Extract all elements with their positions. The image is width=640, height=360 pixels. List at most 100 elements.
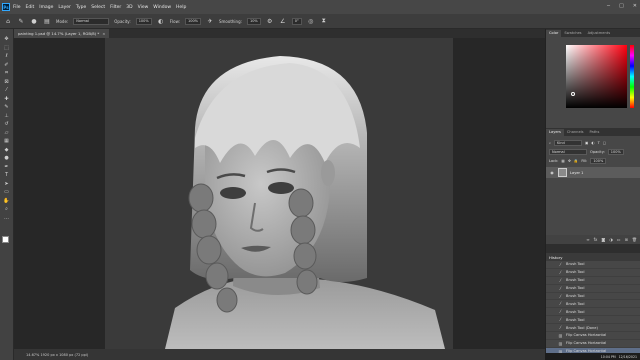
history-brush-tool-icon[interactable]: ↺: [2, 121, 11, 128]
filter-adjustment-icon[interactable]: ◐: [591, 141, 594, 145]
zoom-tool-icon[interactable]: ⌕: [2, 206, 11, 213]
history-item[interactable]: ▥ Flip Canvas Horizontal: [546, 332, 640, 340]
brush-settings-icon[interactable]: ▤: [43, 17, 51, 25]
foreground-color-swatch[interactable]: [2, 236, 9, 243]
menu-view[interactable]: View: [138, 5, 149, 10]
type-tool-icon[interactable]: T: [2, 172, 11, 179]
filter-shape-icon[interactable]: ▢: [603, 141, 606, 145]
delete-layer-icon[interactable]: 🗑: [632, 237, 637, 242]
history-item[interactable]: ⁄ Brush Tool: [546, 293, 640, 301]
path-selection-tool-icon[interactable]: ➤: [2, 181, 11, 188]
document-tab[interactable]: painting 1.psd @ 14.7% (Layer 1, RGB/8) …: [14, 29, 110, 38]
layer-opacity-label: Opacity:: [590, 149, 605, 154]
smoothing-options-gear-icon[interactable]: ⚙: [266, 17, 274, 25]
layer-opacity-field[interactable]: 100%: [607, 148, 624, 155]
close-icon[interactable]: ✕: [633, 3, 637, 9]
menu-type[interactable]: Type: [76, 5, 86, 10]
history-item[interactable]: ⁄ Brush Tool: [546, 261, 640, 269]
menu-image[interactable]: Image: [39, 5, 53, 10]
tab-adjustments[interactable]: Adjustments: [585, 30, 614, 37]
minimize-icon[interactable]: ─: [607, 3, 610, 9]
tab-color[interactable]: Color: [546, 30, 562, 37]
lock-pixels-icon[interactable]: ▦: [561, 159, 564, 163]
filter-pixel-icon[interactable]: ▣: [585, 141, 588, 145]
rectangle-tool-icon[interactable]: ▭: [2, 189, 11, 196]
menu-filter[interactable]: Filter: [110, 5, 121, 10]
menu-select[interactable]: Select: [91, 5, 105, 10]
adjustment-layer-icon[interactable]: ◑: [609, 237, 613, 242]
tray-time: 10:04 PM: [600, 354, 616, 359]
history-item[interactable]: ⁄ Brush Tool: [546, 285, 640, 293]
pressure-opacity-icon[interactable]: ◐: [157, 17, 165, 25]
history-item[interactable]: ⁄ Brush Tool (Done): [546, 324, 640, 333]
maximize-icon[interactable]: □: [619, 3, 624, 9]
pressure-size-icon[interactable]: ◎: [307, 17, 315, 25]
edit-toolbar-icon[interactable]: …: [2, 215, 11, 222]
lock-position-icon[interactable]: ✥: [568, 159, 571, 163]
crop-tool-icon[interactable]: ⌗: [2, 70, 11, 77]
history-item[interactable]: ⁄ Brush Tool: [546, 300, 640, 309]
healing-brush-tool-icon[interactable]: ✚: [2, 96, 11, 103]
link-layers-icon[interactable]: ∞: [586, 237, 589, 242]
lasso-tool-icon[interactable]: ℓ: [2, 53, 11, 60]
symmetry-icon[interactable]: ⧗: [320, 17, 328, 25]
quick-select-tool-icon[interactable]: ✐: [2, 62, 11, 69]
canvas-area[interactable]: [14, 38, 545, 349]
artboard-painting[interactable]: [105, 38, 453, 349]
menu-file[interactable]: File: [13, 5, 21, 10]
flow-field[interactable]: 100%: [184, 17, 201, 25]
tab-channels[interactable]: Channels: [564, 129, 587, 136]
visibility-eye-icon[interactable]: ◉: [549, 170, 555, 175]
eraser-tool-icon[interactable]: ▱: [2, 130, 11, 137]
marquee-tool-icon[interactable]: ⬚: [2, 45, 11, 52]
dodge-tool-icon[interactable]: ●: [2, 155, 11, 162]
filter-type-icon[interactable]: T: [598, 141, 600, 145]
history-item-label: Brush Tool: [566, 278, 585, 283]
fill-field[interactable]: 100%: [590, 157, 607, 164]
history-item[interactable]: ⁄ Brush Tool: [546, 277, 640, 285]
frame-tool-icon[interactable]: ⊠: [2, 79, 11, 86]
home-icon[interactable]: ⌂: [4, 17, 12, 25]
blend-mode-select[interactable]: Normal: [549, 148, 587, 155]
brush-preset-picker-icon[interactable]: ●: [30, 17, 38, 25]
move-tool-icon[interactable]: ✥: [2, 36, 11, 43]
lock-all-icon[interactable]: 🔒: [574, 159, 578, 163]
menu-window[interactable]: Window: [153, 5, 171, 10]
tab-paths[interactable]: Paths: [587, 129, 603, 136]
history-item[interactable]: ⁄ Brush Tool: [546, 316, 640, 325]
hand-tool-icon[interactable]: ✋: [2, 198, 11, 205]
color-picker-cursor[interactable]: [571, 92, 575, 96]
mode-select[interactable]: Normal: [73, 17, 110, 25]
airbrush-icon[interactable]: ✈: [206, 17, 214, 25]
layer-style-icon[interactable]: fx: [594, 237, 598, 242]
add-mask-icon[interactable]: ◙: [601, 237, 605, 242]
new-layer-icon[interactable]: ⊞: [625, 237, 628, 242]
opacity-field[interactable]: 100%: [135, 17, 152, 25]
menu-3d[interactable]: 3D: [126, 5, 132, 10]
color-picker-field[interactable]: [566, 45, 627, 108]
tab-swatches[interactable]: Swatches: [561, 30, 584, 37]
menu-edit[interactable]: Edit: [26, 5, 35, 10]
clone-stamp-tool-icon[interactable]: ⊥: [2, 113, 11, 120]
menu-layer[interactable]: Layer: [58, 5, 71, 10]
menu-help[interactable]: Help: [176, 5, 186, 10]
layer-kind-filter[interactable]: Kind: [554, 139, 583, 146]
close-tab-icon[interactable]: ×: [102, 31, 105, 36]
tab-layers[interactable]: Layers: [546, 129, 564, 136]
blur-tool-icon[interactable]: ◆: [2, 147, 11, 154]
pen-tool-icon[interactable]: ✒: [2, 164, 11, 171]
brush-tool-icon[interactable]: ✎: [17, 17, 25, 25]
history-item[interactable]: ⁄ Brush Tool: [546, 269, 640, 277]
layer-row[interactable]: ◉ Layer 1: [546, 167, 640, 178]
brush-tool-icon[interactable]: ✎: [2, 104, 11, 111]
gradient-tool-icon[interactable]: ▦: [2, 138, 11, 145]
history-item[interactable]: ⁄ Brush Tool: [546, 308, 640, 317]
eyedropper-tool-icon[interactable]: ⁄: [2, 87, 11, 94]
angle-field[interactable]: 0°: [291, 17, 302, 25]
smoothing-field[interactable]: 10%: [246, 17, 261, 25]
layer-name[interactable]: Layer 1: [570, 171, 583, 175]
system-tray: 10:04 PM 12/16/2021: [545, 353, 640, 360]
history-item[interactable]: ▥ Flip Canvas Horizontal: [546, 340, 640, 348]
new-group-icon[interactable]: ▭: [617, 237, 621, 242]
hue-slider[interactable]: [630, 45, 634, 108]
